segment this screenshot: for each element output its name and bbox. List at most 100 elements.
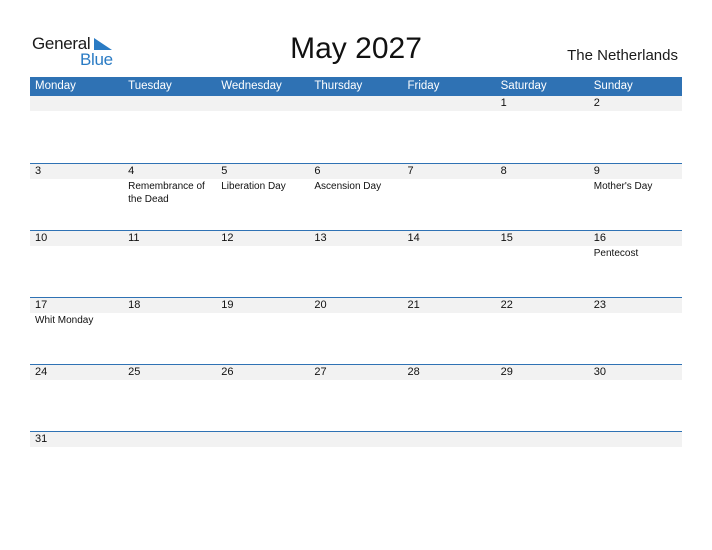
day-number: 6 [314, 165, 321, 177]
day-cell: 9 Mother's Day [589, 164, 682, 206]
week-row: 12 [30, 96, 682, 163]
day-cell: 31 [30, 432, 123, 448]
day-cell: 20 [309, 298, 402, 327]
day-number: 20 [314, 299, 327, 311]
day-number [501, 432, 589, 447]
day-number: 12 [221, 232, 234, 244]
day-number: 2 [593, 97, 600, 109]
day-cell: 23 [589, 298, 682, 327]
day-cell: 18 [123, 298, 216, 327]
day-cell [403, 96, 496, 112]
week-row: 31 [30, 431, 682, 498]
day-number: 13 [314, 232, 327, 244]
day-cell: 7 [403, 164, 496, 206]
country-label: The Netherlands [567, 47, 678, 64]
weeks-container: 1 2 3 4 Remembrance of the Dead 5 Liberation D… [30, 96, 682, 498]
day-cell: 11 [123, 231, 216, 260]
week-cells: 24 25 26 27 28 29 30 [30, 365, 682, 381]
day-cell: 8 [496, 164, 589, 206]
calendar-grid: Monday Tuesday Wednesday Thursday Friday… [30, 77, 682, 498]
day-number: 19 [221, 299, 234, 311]
day-number: 5 [221, 165, 228, 177]
day-cell: 5 Liberation Day [216, 164, 309, 206]
weekday-saturday: Saturday [500, 80, 547, 92]
day-number [128, 432, 216, 447]
day-number: 8 [500, 165, 507, 177]
day-cell: 12 [216, 231, 309, 260]
day-number [314, 96, 402, 111]
week-cells: 31 [30, 432, 682, 448]
day-number [594, 432, 682, 447]
day-cell: 16 Pentecost [589, 231, 682, 260]
holiday-label: Whit Monday [35, 315, 94, 326]
day-cell: 26 [216, 365, 309, 381]
day-number [35, 96, 123, 111]
day-number: 21 [407, 299, 420, 311]
week-cells: 3 4 Remembrance of the Dead 5 Liberation Day… [30, 164, 682, 206]
week-row: 24 25 26 27 28 29 30 [30, 364, 682, 431]
day-number: 18 [128, 299, 141, 311]
day-cell: 29 [496, 365, 589, 381]
day-cell [403, 432, 496, 448]
day-number: 28 [407, 366, 420, 378]
day-cell [123, 96, 216, 112]
day-number: 10 [35, 232, 48, 244]
day-number: 16 [593, 232, 606, 244]
day-number: 1 [500, 97, 507, 109]
day-cell: 19 [216, 298, 309, 327]
day-cell [123, 432, 216, 448]
day-number [221, 96, 309, 111]
day-number: 15 [500, 232, 513, 244]
weekday-monday: Monday [35, 80, 76, 92]
day-cell: 14 [403, 231, 496, 260]
day-number: 24 [35, 366, 48, 378]
day-cell: 25 [123, 365, 216, 381]
day-cell [309, 432, 402, 448]
day-cell: 15 [496, 231, 589, 260]
day-number: 11 [128, 232, 140, 244]
day-cell: 17 Whit Monday [30, 298, 123, 327]
week-cells: 12 [30, 96, 682, 112]
day-cell: 21 [403, 298, 496, 327]
day-number: 26 [221, 366, 234, 378]
day-cell: 6 Ascension Day [309, 164, 402, 206]
day-cell: 24 [30, 365, 123, 381]
day-number: 25 [128, 366, 141, 378]
day-cell: 1 [496, 96, 589, 112]
weekday-thursday: Thursday [314, 80, 363, 92]
weekday-sunday: Sunday [593, 80, 633, 92]
weekday-friday: Friday [407, 80, 440, 92]
day-number [221, 432, 309, 447]
day-cell: 4 Remembrance of the Dead [123, 164, 216, 206]
holiday-label: Mother's Day [593, 181, 653, 192]
day-cell: 30 [589, 365, 682, 381]
day-number [408, 96, 496, 111]
week-cells: 10 11 12 13 14 15 16 Pentecost [30, 231, 682, 260]
weekday-header: Monday Tuesday Wednesday Thursday Friday… [30, 77, 682, 96]
day-cell: 3 [30, 164, 123, 206]
holiday-label: Ascension Day [314, 181, 382, 192]
week-row: 17 Whit Monday 18 19 20 21 22 23 [30, 297, 682, 364]
day-number: 4 [128, 165, 135, 177]
day-number: 27 [314, 366, 327, 378]
week-row: 3 4 Remembrance of the Dead 5 Liberation Day… [30, 163, 682, 230]
day-number [128, 96, 216, 111]
day-number: 7 [407, 165, 414, 177]
day-number [314, 432, 402, 447]
day-number: 3 [35, 165, 42, 177]
holiday-label: Liberation Day [221, 181, 286, 192]
day-cell [216, 432, 309, 448]
holiday-label: Remembrance of the Dead [128, 181, 205, 205]
day-number: 29 [500, 366, 513, 378]
day-cell: 13 [309, 231, 402, 260]
holiday-label: Pentecost [593, 248, 639, 259]
day-cell: 22 [496, 298, 589, 327]
day-number: 14 [407, 232, 420, 244]
day-number: 31 [35, 433, 48, 445]
day-cell: 10 [30, 231, 123, 260]
week-row: 10 11 12 13 14 15 16 Pentecost [30, 230, 682, 297]
day-cell: 28 [403, 365, 496, 381]
day-cell [589, 432, 682, 448]
weekday-tuesday: Tuesday [128, 80, 172, 92]
day-cell [496, 432, 589, 448]
